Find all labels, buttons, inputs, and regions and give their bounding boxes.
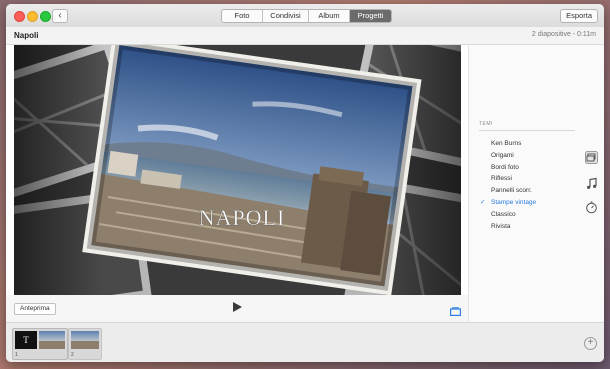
tab-progetti[interactable]: Progetti [350,10,391,22]
theme-list: Ken Burns Origami Bordi foto Riflessi Pa… [479,138,579,232]
aspect-ratio-icon[interactable] [450,303,462,321]
slides-icon[interactable] [585,151,598,164]
photos-window: ‹ Foto Condivisi Album Progetti Esporta … [6,4,604,362]
themes-heading: TEMI [479,121,575,131]
project-info-bar: Napoli 2 diapositive - 0:11m [6,27,604,45]
checkmark-icon: ✓ [480,198,486,206]
slide-number: 2 [71,352,74,358]
play-icon[interactable] [233,302,242,312]
plus-circle-icon[interactable]: + [584,337,597,350]
view-switcher: Foto Condivisi Album Progetti [221,9,392,23]
slide-number: 1 [15,352,18,358]
project-duration: 2 diapositive - 0:11m [531,31,596,38]
slideshow-preview[interactable]: Napoli [14,45,461,295]
theme-item-pannelli-scorr[interactable]: Pannelli scorr. [479,185,579,197]
slide-thumbnail-2[interactable]: 2 [68,328,102,360]
project-title: Napoli [14,31,39,40]
close-window-button[interactable] [14,11,25,22]
theme-sidebar: TEMI Ken Burns Origami Bordi foto Rifles… [468,45,604,322]
title-bar: ‹ Foto Condivisi Album Progetti Esporta [6,4,604,28]
tab-foto[interactable]: Foto [222,10,263,22]
timer-icon[interactable] [585,201,598,214]
chevron-left-icon: ‹ [58,10,62,21]
photo-slide-thumb [39,331,65,349]
theme-item-stampe-vintage[interactable]: ✓ Stampe vintage [479,197,579,209]
theme-item-bordi-foto[interactable]: Bordi foto [479,162,579,174]
title-slide-thumb: T [15,331,37,349]
tab-album[interactable]: Album [309,10,350,22]
preview-button[interactable]: Anteprima [14,303,56,315]
photo-slide-thumb [71,331,99,349]
theme-item-ken-burns[interactable]: Ken Burns [479,138,579,150]
playback-bar: Anteprima [6,295,468,322]
zoom-window-button[interactable] [40,11,51,22]
back-button[interactable]: ‹ [52,9,68,23]
minimize-window-button[interactable] [27,11,38,22]
theme-item-rivista[interactable]: Rivista [479,221,579,233]
export-button[interactable]: Esporta [560,9,598,23]
slide-artwork: Napoli [14,45,461,295]
theme-item-origami[interactable]: Origami [479,150,579,162]
slide-thumbnail-1[interactable]: T 1 [12,328,68,360]
music-note-icon[interactable] [585,177,598,190]
slide-title-text: Napoli [199,205,286,230]
theme-item-classico[interactable]: Classico [479,209,579,221]
tab-condivisi[interactable]: Condivisi [263,10,309,22]
theme-item-label: Stampe vintage [491,198,537,206]
slide-filmstrip: T 1 2 + [6,322,604,362]
theme-item-riflessi[interactable]: Riflessi [479,173,579,185]
